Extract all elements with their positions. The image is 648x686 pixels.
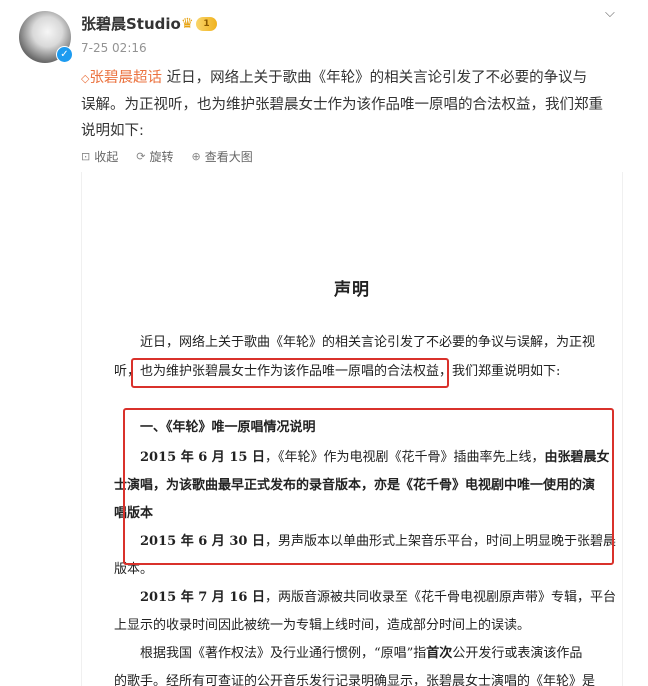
- doc-p3-line1: 2015 年 7 月 16 日，两版音源被共同收录至《花千骨电视剧原声带》专辑，…: [140, 588, 616, 608]
- doc-p1-line1: 近日，网络上关于歌曲《年轮》的相关言论引发了不必要的争议与误解，为正视: [140, 335, 596, 350]
- collapse-icon: ⊡: [81, 149, 91, 163]
- collapse-button[interactable]: ⊡ 收起: [81, 147, 118, 165]
- rotate-icon: ⟳: [136, 149, 146, 163]
- doc-p3-line2: 上显示的收录时间因此被统一为专辑上线时间，造成部分时间上的误读。: [114, 618, 531, 633]
- doc-p3-date: 2015 年 7 月 16 日: [140, 590, 265, 605]
- post-timestamp[interactable]: 7-25 02:16: [81, 41, 147, 55]
- magnify-icon: ⊕: [191, 149, 201, 163]
- doc-p1-line2-c: 我们郑重说明如下:: [452, 364, 561, 379]
- doc-p4-line1-c: 公开发行或表演该作品: [452, 646, 583, 661]
- collapse-label: 收起: [94, 149, 119, 164]
- username[interactable]: 张碧晨Studio: [81, 13, 181, 34]
- topic-link[interactable]: ◇张碧晨超话: [81, 70, 162, 86]
- rotate-label: 旋转: [149, 149, 174, 164]
- image-toolbar: ⊡ 收起 ⟳ 旋转 ⊕ 查看大图: [81, 147, 253, 165]
- avatar[interactable]: ✓: [19, 11, 73, 63]
- doc-p4-line1-a: 根据我国《著作权法》及行业通行惯例，“原唱”指: [140, 646, 427, 661]
- level-badge: 1: [196, 17, 217, 31]
- chevron-down-icon[interactable]: ⌵: [605, 6, 615, 21]
- view-large-button[interactable]: ⊕ 查看大图: [191, 147, 252, 165]
- verified-badge-icon: ✓: [56, 46, 73, 63]
- post-text-line1: 近日，网络上关于歌曲《年轮》的相关言论引发了不必要的争议与: [161, 70, 588, 86]
- view-large-label: 查看大图: [204, 149, 253, 164]
- topic-label: 张碧晨超话: [89, 70, 162, 86]
- highlight-box-1: [131, 358, 449, 388]
- highlight-box-2: [123, 408, 614, 565]
- post-text-line2: 误解。为正视听，也为维护张碧晨女士作为该作品唯一原唱的合法权益，我们郑重: [81, 97, 603, 113]
- statement-document-image[interactable]: 声明 近日，网络上关于歌曲《年轮》的相关言论引发了不必要的争议与误解，为正视 听…: [81, 172, 623, 686]
- doc-p4-line1-b: 首次: [426, 646, 453, 661]
- post-text-line3: 说明如下:: [81, 123, 144, 139]
- rotate-button[interactable]: ⟳ 旋转: [136, 147, 173, 165]
- post-text: ◇张碧晨超话 近日，网络上关于歌曲《年轮》的相关言论引发了不必要的争议与 误解。…: [81, 65, 626, 144]
- doc-p4-line2: 的歌手。经所有可查证的公开音乐发行记录明确显示，张碧晨女士演唱的《年轮》是: [114, 674, 596, 686]
- document-title: 声明: [334, 280, 370, 300]
- crown-icon: ♛: [181, 16, 194, 32]
- doc-p3-line1-b: ，两版音源被共同收录至《花千骨电视剧原声带》专辑，平台: [264, 590, 616, 605]
- doc-p4-line1: 根据我国《著作权法》及行业通行惯例，“原唱”指首次公开发行或表演该作品: [140, 644, 582, 664]
